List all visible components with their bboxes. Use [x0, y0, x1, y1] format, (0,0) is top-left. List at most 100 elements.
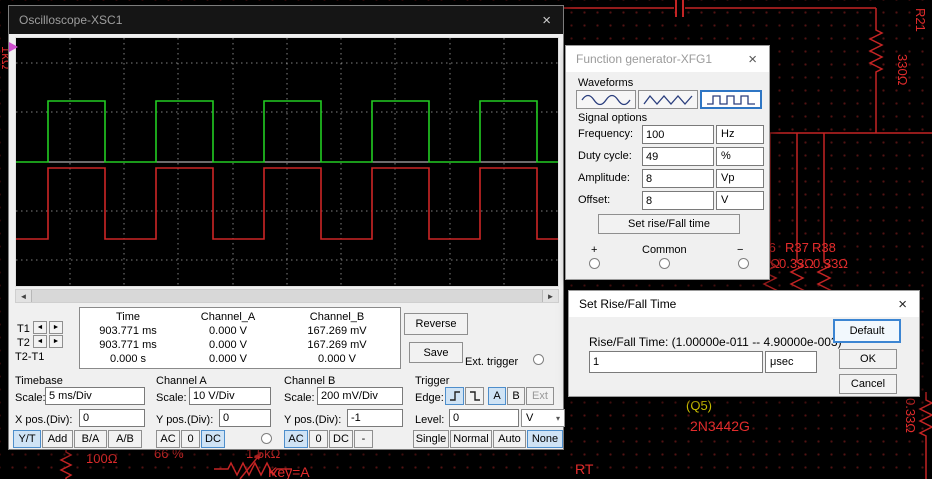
channel-a-ypos-input[interactable]: [219, 409, 271, 427]
close-icon[interactable]: ×: [746, 52, 759, 67]
pot-key-label: Key=A: [268, 464, 310, 479]
signal-options-label: Signal options: [578, 112, 648, 124]
cancel-button[interactable]: Cancel: [839, 374, 897, 394]
timebase-title: Timebase: [15, 375, 63, 387]
triangle-wave-button[interactable]: [638, 90, 698, 109]
channel-b-scale-input[interactable]: [317, 387, 403, 405]
channel-b-ypos-input[interactable]: [347, 409, 403, 427]
t2-t1-chb-value: 0.000 V: [318, 353, 356, 365]
channel-b-zero-button[interactable]: 0: [309, 430, 328, 448]
terminal-minus-radio[interactable]: [738, 258, 749, 269]
scroll-right-icon[interactable]: ►: [543, 290, 558, 302]
channel-a-trace: [16, 100, 558, 163]
trigger-level-input[interactable]: [449, 409, 519, 427]
t2-time-value: 903.771 ms: [99, 339, 157, 351]
t2-chb-value: 167.269 mV: [307, 339, 367, 351]
terminal-plus-label: +: [591, 244, 598, 256]
channel-a-scale-input[interactable]: [189, 387, 271, 405]
amplitude-input[interactable]: [642, 169, 714, 188]
cursor-t1-label: T1: [17, 323, 30, 335]
channel-a-dc-button[interactable]: DC: [201, 430, 225, 448]
waveforms-label: Waveforms: [578, 77, 634, 89]
rising-edge-icon: [449, 391, 460, 401]
square-wave-button[interactable]: [700, 90, 762, 109]
scope-display[interactable]: [15, 37, 559, 287]
ok-button[interactable]: OK: [839, 349, 897, 369]
r21-ref-label: R21: [913, 8, 928, 32]
frequency-input[interactable]: [642, 125, 714, 144]
r38-ref-label: R38: [812, 240, 836, 255]
falling-edge-icon: [469, 391, 480, 401]
t1-step-left-button[interactable]: ◄: [33, 321, 47, 334]
yt-button[interactable]: Y/T: [13, 430, 41, 448]
falling-edge-button[interactable]: [465, 387, 484, 405]
save-button[interactable]: Save: [409, 342, 463, 363]
trigger-auto-button[interactable]: Auto: [493, 430, 526, 448]
ext-trigger-radio[interactable]: [533, 354, 544, 365]
channel-a-zero-button[interactable]: 0: [181, 430, 200, 448]
rise-fall-time-input[interactable]: [589, 351, 763, 373]
trigger-level-unit-select[interactable]: V ▾: [521, 409, 565, 427]
dialog-title: Set Rise/Fall Time: [579, 297, 677, 311]
terminal-plus-radio[interactable]: [589, 258, 600, 269]
channel-b-dc-button[interactable]: DC: [329, 430, 353, 448]
offset-input[interactable]: [642, 191, 714, 210]
trigger-normal-button[interactable]: Normal: [450, 430, 492, 448]
ba-button[interactable]: B/A: [74, 430, 107, 448]
timebase-xpos-input[interactable]: [79, 409, 145, 427]
t1-step-right-button[interactable]: ►: [49, 321, 63, 334]
terminal-common-label: Common: [642, 244, 687, 256]
sine-wave-button[interactable]: [576, 90, 636, 109]
timebase-scale-input[interactable]: [45, 387, 145, 405]
resistor-right[interactable]: [918, 392, 932, 479]
cursor-t2-label: T2: [17, 337, 30, 349]
channel-b-ac-button[interactable]: AC: [284, 430, 308, 448]
timebase-xpos-label: X pos.(Div):: [15, 414, 73, 426]
close-icon[interactable]: ×: [540, 13, 553, 28]
resistor-r38[interactable]: [816, 133, 832, 298]
rt-ref-label: RT: [575, 461, 594, 477]
add-button[interactable]: Add: [42, 430, 73, 448]
oscilloscope-window: Oscilloscope-XSC1 × ◄ ► T1 ◄ ► T2 ◄ ► T2…: [8, 5, 565, 450]
default-button[interactable]: Default: [833, 319, 901, 343]
reverse-button[interactable]: Reverse: [404, 313, 468, 335]
triangle-wave-icon: [643, 94, 693, 105]
t1-cha-value: 0.000 V: [209, 325, 247, 337]
function-generator-title: Function generator-XFG1: [576, 52, 713, 66]
rising-edge-button[interactable]: [445, 387, 464, 405]
channel-b-minus-button[interactable]: -: [354, 430, 373, 448]
q5-ref-label: (Q5): [686, 398, 712, 413]
col-header-channel-b: Channel_B: [309, 311, 365, 323]
trigger-source-ext-button[interactable]: Ext: [526, 387, 554, 405]
offset-unit: V: [716, 191, 764, 210]
duty-cycle-input[interactable]: [642, 147, 714, 166]
trigger-source-a-button[interactable]: A: [488, 387, 506, 405]
trigger-source-b-button[interactable]: B: [507, 387, 525, 405]
channel-a-terminal-radio[interactable]: [261, 433, 272, 444]
r38-value-label: 0.33Ω: [813, 256, 848, 271]
resistor-r37[interactable]: [789, 133, 805, 298]
trigger-single-button[interactable]: Single: [413, 430, 449, 448]
trigger-none-button[interactable]: None: [527, 430, 563, 448]
channel-a-ac-button[interactable]: AC: [156, 430, 180, 448]
t2-step-left-button[interactable]: ◄: [33, 335, 47, 348]
dialog-titlebar[interactable]: Set Rise/Fall Time ×: [569, 291, 919, 317]
cursor-1-marker-icon[interactable]: [9, 42, 18, 52]
close-icon[interactable]: ×: [896, 297, 909, 312]
channel-a-title: Channel A: [156, 375, 207, 387]
sine-wave-icon: [581, 94, 631, 105]
ab-button[interactable]: A/B: [108, 430, 142, 448]
function-generator-titlebar[interactable]: Function generator-XFG1 ×: [566, 46, 769, 72]
terminal-common-radio[interactable]: [659, 258, 670, 269]
t2-step-right-button[interactable]: ►: [49, 335, 63, 348]
scroll-thumb[interactable]: [31, 290, 543, 302]
q5-part-label: 2N3442G: [690, 418, 750, 434]
resistor-r21[interactable]: [868, 8, 884, 133]
resistor-100[interactable]: [59, 448, 73, 479]
r37-ref-label: R37: [785, 240, 809, 255]
scope-scrollbar[interactable]: ◄ ►: [15, 289, 559, 303]
scroll-left-icon[interactable]: ◄: [16, 290, 31, 302]
set-rise-fall-time-button[interactable]: Set rise/Fall time: [598, 214, 740, 234]
terminal-minus-label: −: [737, 244, 744, 256]
oscilloscope-titlebar[interactable]: Oscilloscope-XSC1 ×: [9, 6, 563, 34]
